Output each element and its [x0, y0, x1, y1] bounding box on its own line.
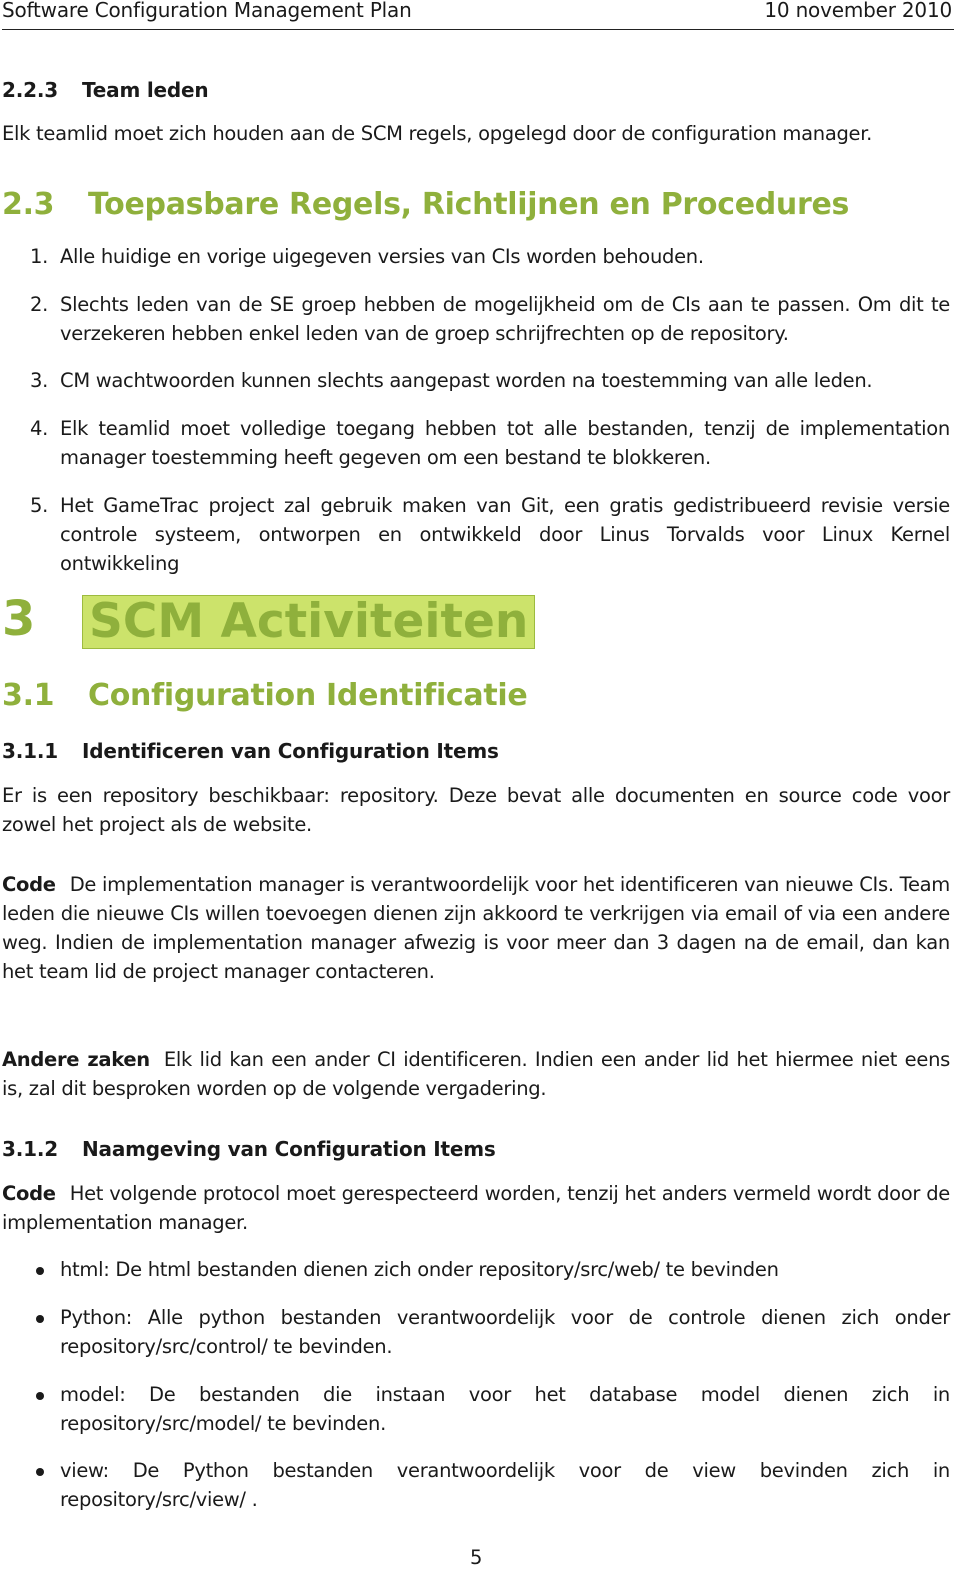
subsection-number: 2.2.3	[2, 78, 58, 102]
list-text: Slechts leden van de SE groep hebben de …	[60, 293, 950, 345]
list-text: CM wachtwoorden kunnen slechts aangepast…	[60, 369, 873, 392]
list-text: view: De Python bestanden verantwoordeli…	[60, 1459, 950, 1511]
bullet-icon	[36, 1468, 44, 1476]
header-rule	[2, 29, 954, 30]
header-date: 10 november 2010	[764, 0, 952, 22]
section-number: 2.3	[2, 187, 55, 222]
chapter-number: 3	[2, 591, 36, 647]
bullet-icon	[36, 1267, 44, 1275]
list-text: Alle huidige en vorige uigegeven versies…	[60, 245, 704, 268]
list-text: Elk teamlid moet volledige toegang hebbe…	[60, 417, 950, 469]
paragraph-text: Het volgende protocol moet gerespecteerd…	[2, 1182, 950, 1234]
bullet-icon	[36, 1315, 44, 1323]
subsection-title: Team leden	[82, 78, 209, 102]
code-paragraph: Code De implementation manager is verantw…	[2, 870, 950, 986]
list-number: 2.	[30, 293, 49, 316]
chapter-title-highlighted: SCM Activiteiten	[82, 595, 536, 649]
subsection-title: Identificeren van Configuration Items	[82, 739, 499, 763]
list-number: 4.	[30, 417, 49, 440]
list-number: 3.	[30, 369, 49, 392]
paragraph-text: De implementation manager is verantwoord…	[2, 873, 950, 983]
subsection-number: 3.1.2	[2, 1137, 58, 1161]
list-number: 5.	[30, 494, 49, 517]
paragraph: Elk teamlid moet zich houden aan de SCM …	[2, 122, 873, 145]
list-number: 1.	[30, 245, 49, 268]
section-title: Configuration Identificatie	[88, 678, 528, 713]
subsection-title: Naamgeving van Configuration Items	[82, 1137, 496, 1161]
list-text: Het GameTrac project zal gebruik maken v…	[60, 494, 950, 575]
page-number: 5	[469, 1546, 483, 1569]
header-title: Software Configuration Management Plan	[2, 0, 412, 22]
bullet-icon	[36, 1392, 44, 1400]
list-text: Python: Alle python bestanden verantwoor…	[60, 1306, 950, 1358]
subsection-number: 3.1.1	[2, 739, 58, 763]
code-paragraph: Code Het volgende protocol moet gerespect…	[2, 1179, 950, 1237]
list-text: model: De bestanden die instaan voor het…	[60, 1383, 950, 1435]
list-text: html: De html bestanden dienen zich onde…	[60, 1258, 779, 1281]
section-title: Toepasbare Regels, Richtlijnen en Proced…	[88, 187, 850, 222]
paragraph-label: Code	[2, 873, 56, 896]
section-number: 3.1	[2, 678, 55, 713]
paragraph-label: Andere zaken	[2, 1048, 150, 1071]
other-paragraph: Andere zaken Elk lid kan een ander CI ide…	[2, 1045, 950, 1103]
paragraph-label: Code	[2, 1182, 56, 1205]
paragraph: Er is een repository beschikbaar: reposi…	[2, 784, 950, 836]
